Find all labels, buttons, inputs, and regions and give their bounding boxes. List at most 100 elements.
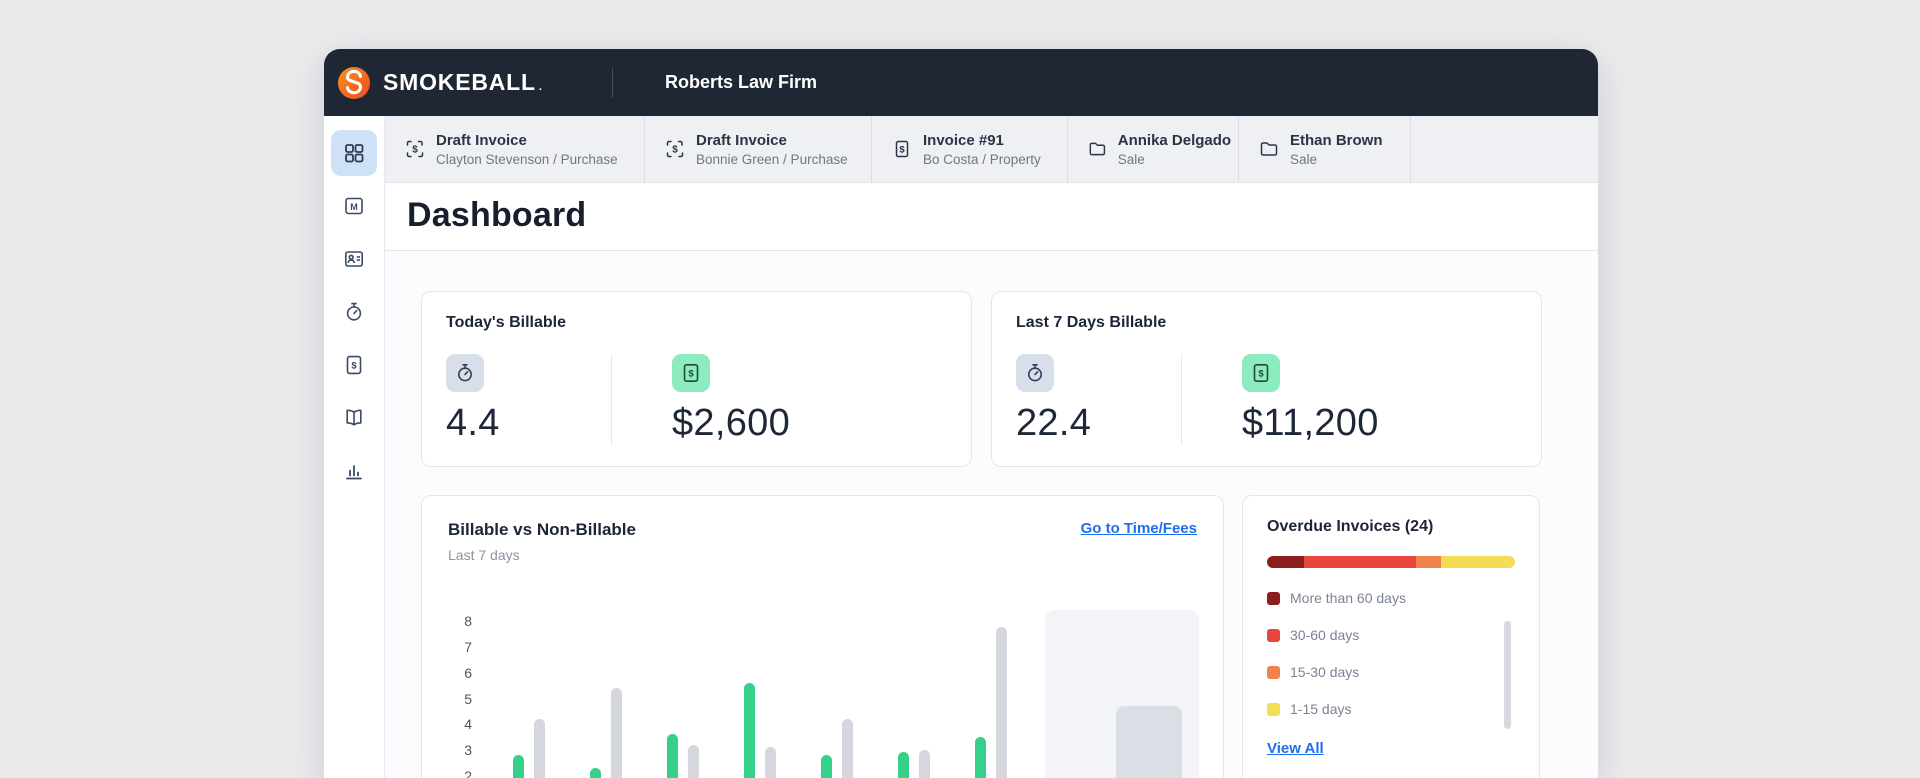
desktop-background: SMOKEBALL . Roberts Law Firm M $ $ Draft… <box>0 0 1920 778</box>
sidebar-nav: M $ <box>324 116 385 778</box>
y-axis-label: 8 <box>464 613 472 630</box>
overdue-bar-segment <box>1304 556 1416 568</box>
sidebar-item-reports[interactable] <box>331 448 377 494</box>
smokeball-app-window: SMOKEBALL . Roberts Law Firm M $ $ Draft… <box>324 49 1598 778</box>
open-tabs-bar: $ Draft Invoice Clayton Stevenson / Purc… <box>385 116 1598 183</box>
dollar-document-icon: $ <box>1253 363 1269 382</box>
stopwatch-chip <box>1016 354 1054 392</box>
legend-label: 15-30 days <box>1290 664 1360 680</box>
sidebar-item-memos[interactable] <box>331 395 377 441</box>
tab-draft-invoice-bonnie[interactable]: $ Draft Invoice Bonnie Green / Purchase <box>645 116 872 182</box>
tab-subtitle: Clayton Stevenson / Purchase <box>436 151 618 167</box>
stopwatch-icon <box>1028 363 1042 382</box>
bar-chart-plot: 012345678 <box>464 597 1199 778</box>
tab-matter-ethan-brown[interactable]: Ethan Brown Sale <box>1239 116 1411 182</box>
chart-bar-billable <box>898 752 909 778</box>
stopwatch-icon <box>458 363 472 382</box>
tab-subtitle: Sale <box>1290 151 1318 167</box>
card-title: Last 7 Days Billable <box>1016 314 1167 331</box>
y-axis-label: 5 <box>464 690 472 707</box>
svg-text:$: $ <box>1258 369 1264 380</box>
legend-swatch-more-than-60 <box>1267 591 1280 605</box>
chart-bar-non-billable <box>765 747 776 778</box>
billable-hours-stat: 22.4 <box>1016 354 1182 445</box>
y-axis-label: 7 <box>464 639 472 656</box>
folder-icon <box>1260 142 1278 156</box>
page-title-bar: Dashboard <box>385 183 1598 251</box>
chart-bar-billable <box>590 767 601 778</box>
sidebar-item-matters[interactable]: M <box>331 183 377 229</box>
page-title: Dashboard <box>407 196 587 234</box>
dashboard-content: Today's Billable 4.4 $ $2,600 Last 7 Day… <box>385 251 1598 778</box>
tab-invoice-91[interactable]: $ Invoice #91 Bo Costa / Property <box>872 116 1068 182</box>
tab-draft-invoice-clayton[interactable]: $ Draft Invoice Clayton Stevenson / Purc… <box>385 116 645 182</box>
sidebar-item-timer[interactable] <box>331 289 377 335</box>
chart-bar-billable <box>821 755 832 778</box>
svg-text:$: $ <box>351 361 357 372</box>
money-chip: $ <box>1242 354 1280 392</box>
svg-text:$: $ <box>412 145 418 156</box>
tab-subtitle: Bonnie Green / Purchase <box>696 151 848 167</box>
legend-label: 1-15 days <box>1290 701 1352 717</box>
billable-hours-value: 22.4 <box>1016 402 1092 444</box>
dollar-document-icon: $ <box>683 363 699 382</box>
main-column: $ Draft Invoice Clayton Stevenson / Purc… <box>385 116 1598 778</box>
overdue-stacked-bar <box>1267 556 1515 568</box>
dashboard-icon <box>345 144 364 163</box>
tab-title: Invoice #91 <box>923 131 1004 149</box>
tab-title: Draft Invoice <box>696 131 787 149</box>
tab-title: Annika Delgado <box>1117 131 1232 149</box>
draft-invoice-icon: $ <box>406 140 424 158</box>
app-header: SMOKEBALL . Roberts Law Firm <box>324 49 1598 116</box>
overdue-bar-segment <box>1267 556 1305 568</box>
sidebar-item-billing[interactable]: $ <box>331 342 377 388</box>
matters-icon: M <box>345 197 363 215</box>
card-title: Today's Billable <box>446 314 566 331</box>
book-icon <box>346 409 362 426</box>
svg-text:$: $ <box>688 369 694 380</box>
tab-title: Ethan Brown <box>1290 131 1383 149</box>
legend-row: 1-15 days <box>1267 701 1515 717</box>
go-to-time-fees-link[interactable]: Go to Time/Fees <box>1081 520 1197 537</box>
money-chip: $ <box>672 354 710 392</box>
app-body: M $ $ Draft Invoice Clayton Stevenson / … <box>324 116 1598 778</box>
billable-hours-value: 4.4 <box>446 402 500 444</box>
overdue-bar-segment <box>1415 556 1441 568</box>
legend-row: 30-60 days <box>1267 627 1515 643</box>
chart-bar-billable <box>667 734 678 778</box>
y-axis-label: 4 <box>464 716 472 733</box>
legend-swatch-15-30 <box>1267 665 1280 679</box>
stats-row: Today's Billable 4.4 $ $2,600 Last 7 Day… <box>421 291 1598 467</box>
svg-text:$: $ <box>899 144 905 155</box>
tab-subtitle: Bo Costa / Property <box>923 151 1041 167</box>
reports-icon <box>346 465 362 480</box>
legend-swatch-30-60 <box>1267 628 1280 642</box>
legend-row: 15-30 days <box>1267 664 1515 680</box>
card-scrollbar-thumb[interactable] <box>1504 621 1511 729</box>
chart-subtitle: Last 7 days <box>448 547 520 563</box>
chart-bar-non-billable <box>842 719 853 778</box>
overdue-legend: More than 60 days 30-60 days 15-30 days <box>1267 590 1515 717</box>
card-title: Overdue Invoices (24) <box>1267 518 1434 535</box>
todays-billable-card: Today's Billable 4.4 $ $2,600 <box>421 291 972 467</box>
chart-bar-billable <box>744 683 755 778</box>
chart-bar-non-billable <box>919 749 930 778</box>
last-7-days-billable-card: Last 7 Days Billable 22.4 $ $11,200 <box>991 291 1542 467</box>
timer-icon <box>346 302 362 321</box>
view-all-link[interactable]: View All <box>1267 740 1324 757</box>
svg-text:M: M <box>350 202 358 212</box>
sidebar-item-contacts[interactable] <box>331 236 377 282</box>
brand-name: SMOKEBALL <box>383 69 536 95</box>
chart-bar-non-billable <box>611 688 622 778</box>
svg-text:$: $ <box>672 145 678 156</box>
chart-title: Billable vs Non-Billable <box>448 520 636 539</box>
sidebar-item-dashboard[interactable] <box>331 130 377 176</box>
invoice-icon: $ <box>895 140 909 158</box>
chart-bar-non-billable <box>534 719 545 778</box>
smokeball-logo-icon <box>338 66 370 99</box>
billable-amount-stat: $ $11,200 <box>1182 354 1379 445</box>
stopwatch-chip <box>446 354 484 392</box>
billable-amount-value: $2,600 <box>672 402 791 444</box>
billable-hours-stat: 4.4 <box>446 354 612 445</box>
tab-matter-annika-delgado[interactable]: Annika Delgado Sale <box>1068 116 1239 182</box>
